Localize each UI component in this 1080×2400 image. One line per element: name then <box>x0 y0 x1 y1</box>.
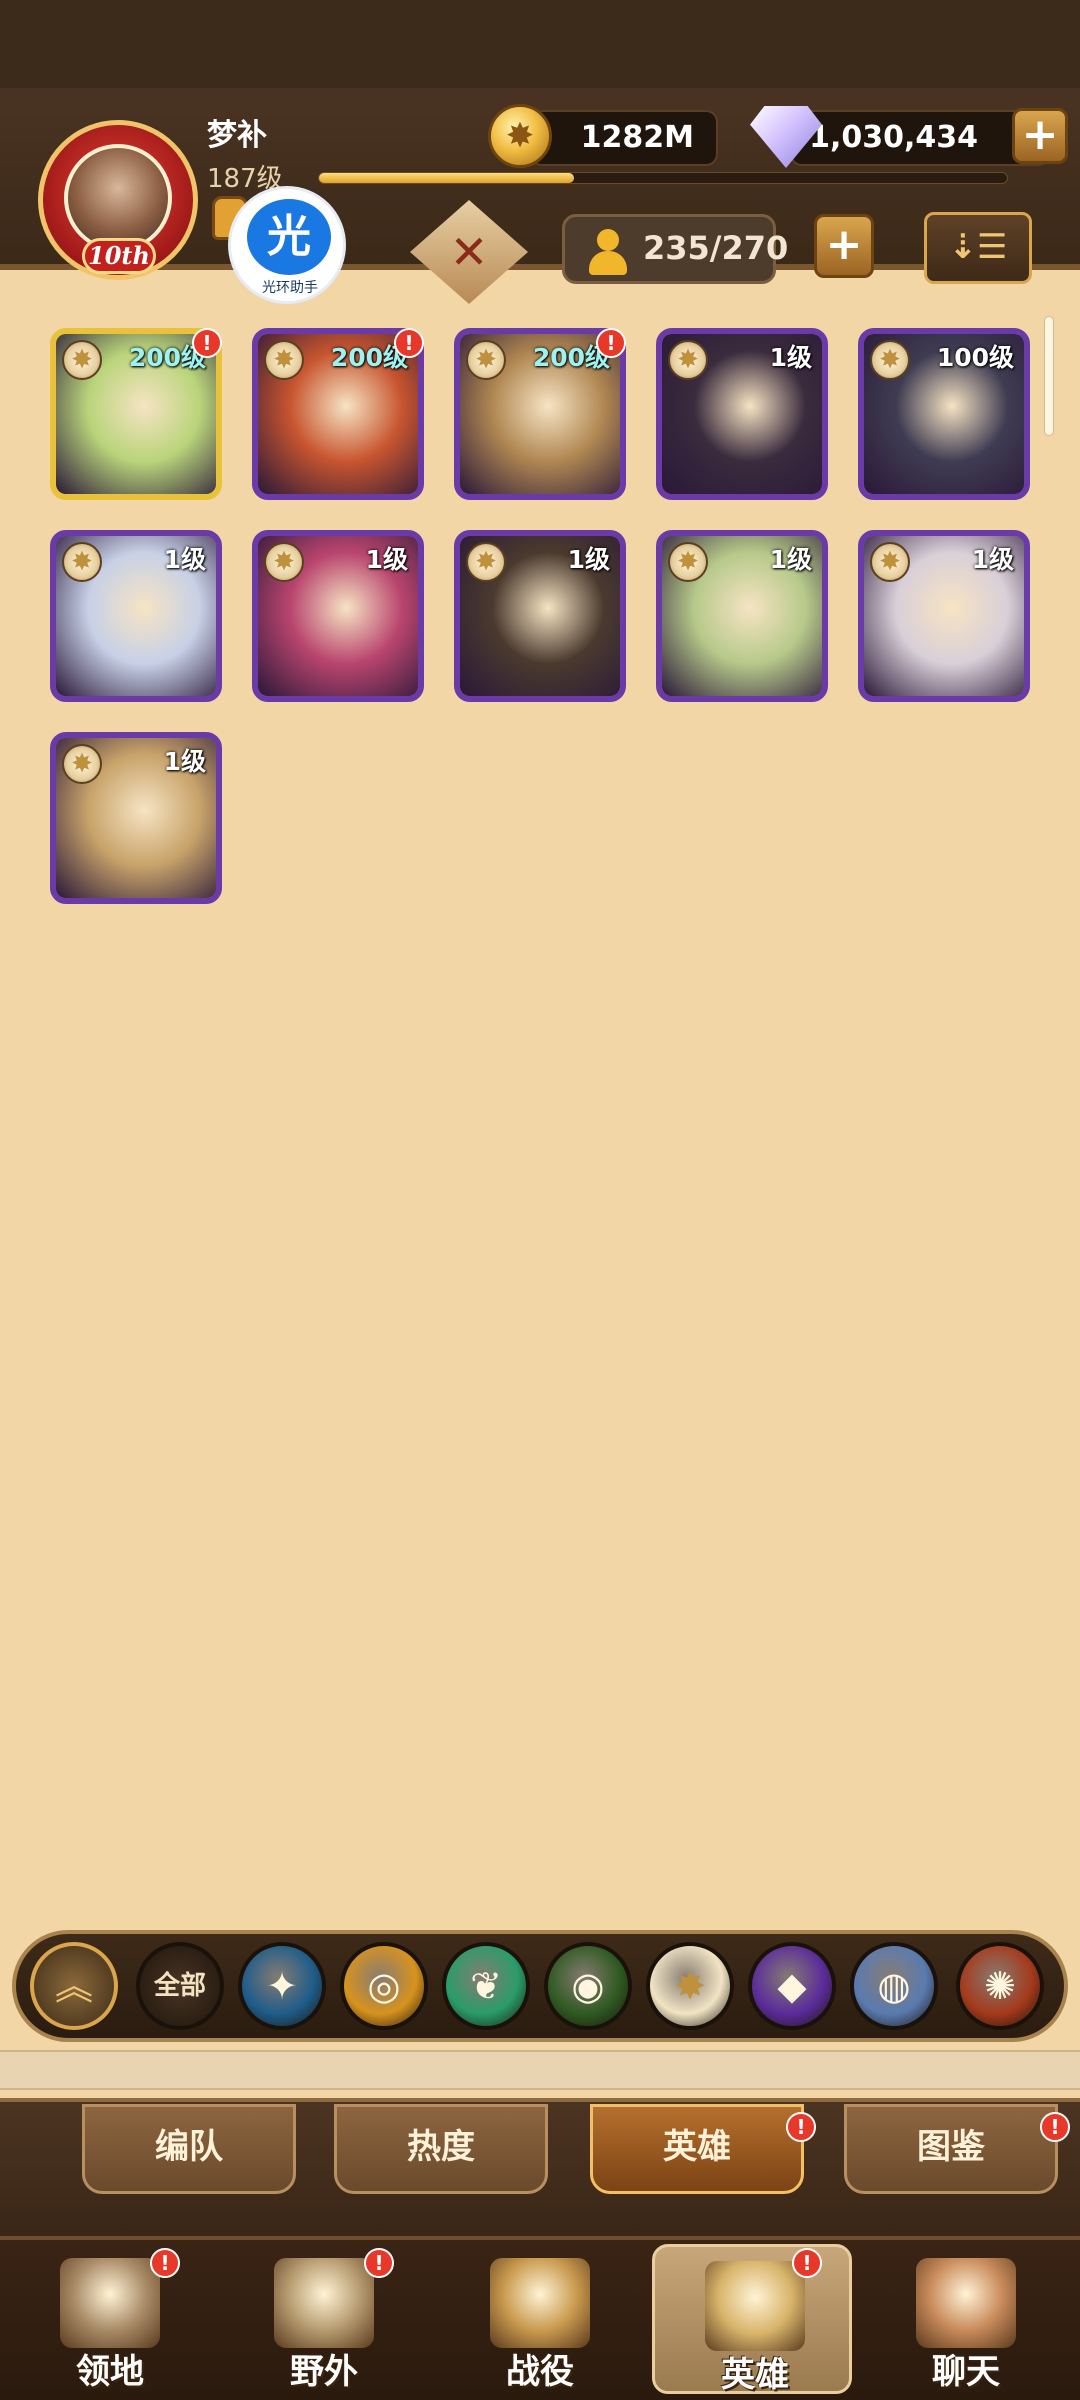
sword-wings-icon <box>490 2258 590 2348</box>
nav-sword-wings[interactable]: 战役 <box>440 2244 640 2394</box>
hero-card[interactable]: ✸ 100级 <box>858 328 1030 500</box>
divider-strip <box>0 2050 1080 2090</box>
xp-bar-fill <box>319 173 574 183</box>
hero-level: 1级 <box>971 545 1014 574</box>
sort-button[interactable]: ⇣☰ <box>924 212 1032 284</box>
filter-leaf-button[interactable]: ❦ <box>442 1942 530 2030</box>
filter-eye-button[interactable]: ◉ <box>544 1942 632 2030</box>
roster-count: 235/270 <box>643 229 789 267</box>
celestial-faction-icon: ✸ <box>668 340 708 380</box>
dimensional-shield-icon: ◍ <box>877 1964 911 2008</box>
sun-ring-icon: ◎ <box>367 1964 401 2008</box>
nav-map-scroll[interactable]: 野外 <box>224 2244 424 2394</box>
eye-icon: ◉ <box>571 1964 605 2008</box>
hero-level: 100级 <box>936 343 1014 372</box>
hero-card[interactable]: ✸ 1级 <box>858 530 1030 702</box>
alert-badge: ! <box>1040 2112 1070 2142</box>
gem-counter: 1,030,434 <box>790 110 1050 166</box>
celestial-faction-icon: ✸ <box>668 542 708 582</box>
hero-level: 1级 <box>769 343 812 372</box>
nav-label: 聊天 <box>932 2352 1000 2392</box>
star-compass-icon: ✦ <box>266 1964 298 2008</box>
flame-emblem-icon: ✺ <box>984 1964 1016 2008</box>
filter-void-crystal-button[interactable]: ◆ <box>748 1942 836 2030</box>
celestial-faction-icon: ✸ <box>870 542 910 582</box>
alert-badge: ! <box>786 2112 816 2142</box>
helper-overlay-button[interactable]: 光 光环助手 <box>228 186 346 304</box>
helper-label: 光环助手 <box>262 280 318 296</box>
hero-card[interactable]: ✸ 1级 <box>252 530 424 702</box>
hero-card[interactable]: ✸ 1级 <box>656 328 828 500</box>
nav-castle[interactable]: 领地 <box>10 2244 210 2394</box>
chevron-up-icon: ︽ <box>54 1964 93 2008</box>
tab-codex[interactable]: 图鉴 <box>844 2104 1058 2194</box>
chat-bubble-icon <box>916 2258 1016 2348</box>
alert-badge: ! <box>596 328 626 358</box>
celestial-faction-icon: ✸ <box>870 340 910 380</box>
filter-star-compass-button[interactable]: ✦ <box>238 1942 326 2030</box>
hero-level: 1级 <box>567 545 610 574</box>
hero-card[interactable]: ✸ 1级 <box>50 530 222 702</box>
nav-label: 领地 <box>76 2352 144 2392</box>
nav-hero-helmet[interactable]: 英雄 <box>652 2244 852 2395</box>
tab-popularity[interactable]: 热度 <box>334 2104 548 2194</box>
player-name: 梦补 <box>207 118 267 153</box>
hero-helmet-icon <box>705 2261 805 2351</box>
nav-chat-bubble[interactable]: 聊天 <box>866 2244 1066 2394</box>
hero-roster-capacity: 235/270 <box>562 214 788 284</box>
alert-badge: ! <box>192 328 222 358</box>
alert-badge: ! <box>364 2248 394 2278</box>
celestial-faction-icon: ✸ <box>62 744 102 784</box>
gold-coin-icon <box>488 104 552 168</box>
anniversary-tag: 10th <box>82 238 156 274</box>
nav-label: 战役 <box>506 2352 574 2392</box>
filter-dimensional-shield-button[interactable]: ◍ <box>850 1942 938 2030</box>
hero-card[interactable]: ✸ 200级! <box>50 328 222 500</box>
celestial-star-icon: ✸ <box>674 1964 706 2008</box>
expand-roster-button[interactable]: + <box>814 214 874 278</box>
person-icon <box>585 229 629 275</box>
map-scroll-icon <box>274 2258 374 2348</box>
hero-level: 1级 <box>163 747 206 776</box>
status-bar <box>0 0 1080 88</box>
add-gems-button[interactable]: + <box>1012 108 1068 164</box>
gold-counter: 1282M <box>530 110 718 166</box>
celestial-faction-icon: ✸ <box>62 542 102 582</box>
filter-celestial-star-button[interactable]: ✸ <box>646 1942 734 2030</box>
alert-badge: ! <box>792 2248 822 2278</box>
tab-heroes[interactable]: 英雄 <box>590 2104 804 2194</box>
hero-card[interactable]: ✸ 1级 <box>454 530 626 702</box>
filter-all-button[interactable]: 全部 <box>136 1942 224 2030</box>
hero-card[interactable]: ✸ 200级! <box>252 328 424 500</box>
celestial-faction-icon: ✸ <box>62 340 102 380</box>
xp-bar <box>318 172 1008 184</box>
hero-level: 1级 <box>163 545 206 574</box>
nav-label: 英雄 <box>721 2355 789 2395</box>
filter-flame-emblem-button[interactable]: ✺ <box>956 1942 1044 2030</box>
alert-badge: ! <box>150 2248 180 2278</box>
celestial-faction-icon: ✸ <box>264 542 304 582</box>
helper-logo-icon: 光 <box>247 199 331 275</box>
celestial-faction-icon: ✸ <box>264 340 304 380</box>
player-avatar[interactable]: 10th <box>38 120 198 280</box>
hero-card[interactable]: ✸ 1级 <box>656 530 828 702</box>
castle-icon <box>60 2258 160 2348</box>
hero-card[interactable]: ✸ 200级! <box>454 328 626 500</box>
avatar-portrait <box>64 144 172 252</box>
celestial-faction-icon: ✸ <box>466 542 506 582</box>
celestial-faction-icon: ✸ <box>466 340 506 380</box>
nav-label: 野外 <box>290 2352 358 2392</box>
filter-sun-ring-button[interactable]: ◎ <box>340 1942 428 2030</box>
tab-lineup[interactable]: 编队 <box>82 2104 296 2194</box>
collapse-button[interactable]: ︽ <box>30 1942 118 2030</box>
void-crystal-icon: ◆ <box>777 1964 807 2008</box>
alert-badge: ! <box>394 328 424 358</box>
hero-card[interactable]: ✸ 1级 <box>50 732 222 904</box>
hero-level: 1级 <box>365 545 408 574</box>
leaf-icon: ❦ <box>470 1964 502 2008</box>
hero-level: 1级 <box>769 545 812 574</box>
scrollbar-thumb[interactable] <box>1044 316 1054 436</box>
